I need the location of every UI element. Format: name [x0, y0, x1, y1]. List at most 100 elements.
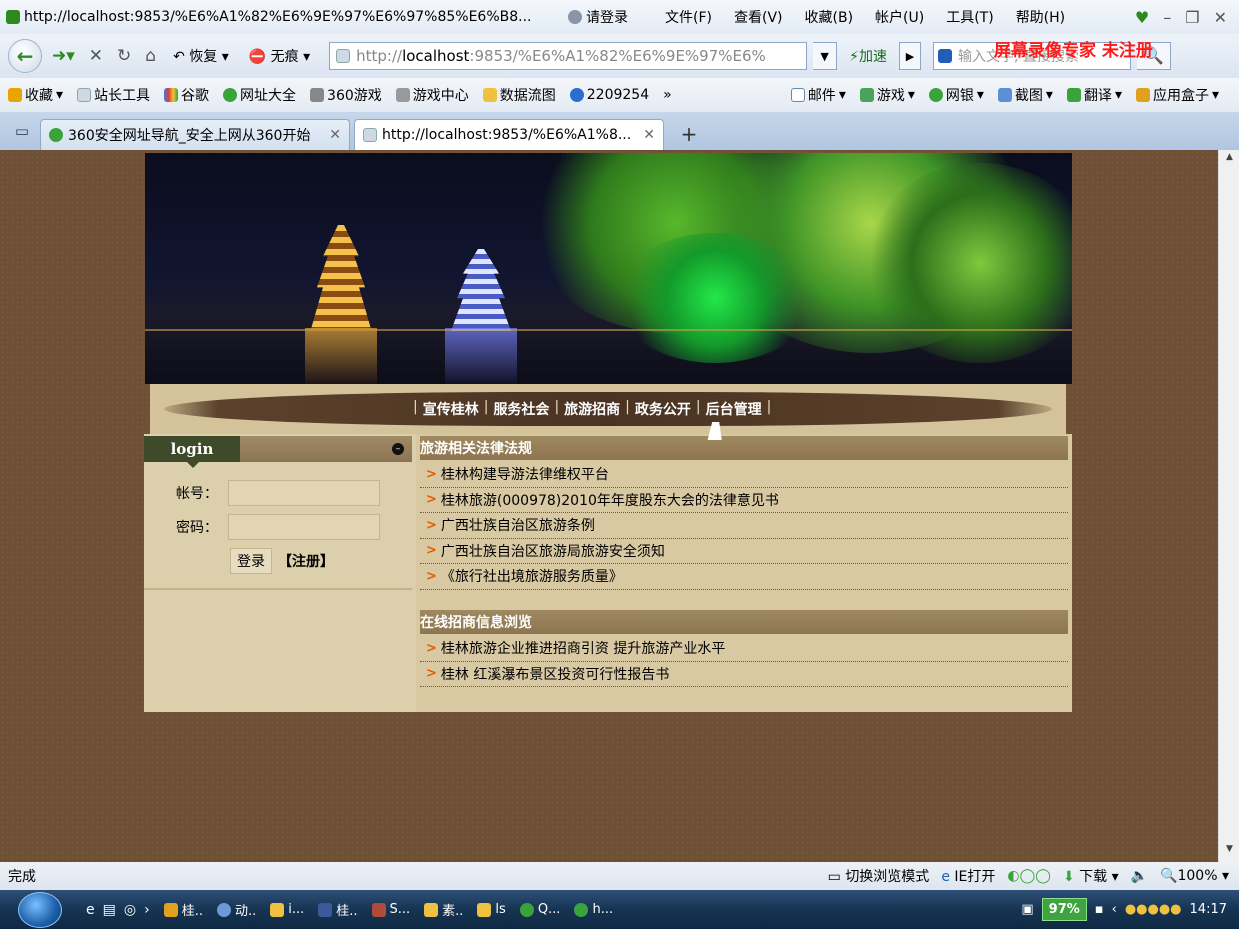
news-column: 旅游相关法律法规 > 桂林构建导游法律维权平台 > 桂林旅游(000978)2010…: [420, 434, 1072, 712]
nav-serve-society[interactable]: 服务社会: [493, 399, 549, 419]
play-button[interactable]: ▶: [898, 42, 921, 70]
fav-360-games[interactable]: 360游戏: [310, 85, 382, 105]
network-icon[interactable]: ▪: [1095, 902, 1104, 917]
password-input[interactable]: [228, 514, 380, 540]
toggle-icon[interactable]: ◐◯◯: [1007, 868, 1051, 884]
ie-open-button[interactable]: e IE打开: [941, 866, 995, 886]
login-prompt-button[interactable]: 请登录: [568, 7, 628, 27]
switch-mode-button[interactable]: ▭ 切换浏览模式: [828, 866, 930, 886]
gamepad-icon: [310, 88, 325, 102]
back-button[interactable]: ←: [8, 39, 42, 73]
register-link[interactable]: 【注册】: [278, 551, 334, 571]
volume-icon[interactable]: 🔈: [1131, 868, 1148, 884]
app-icon: [371, 902, 386, 917]
app-box-button[interactable]: 应用盒子 ▾: [1135, 85, 1219, 105]
login-button[interactable]: 登录: [230, 548, 272, 574]
collapse-icon[interactable]: –: [392, 443, 404, 455]
fav-google[interactable]: 谷歌: [164, 85, 209, 105]
nav-promote-guilin[interactable]: 宣传桂林: [423, 399, 479, 419]
fav-game-center[interactable]: 游戏中心: [395, 85, 469, 105]
maximize-icon[interactable]: ❐: [1185, 8, 1199, 27]
tab-list-icon[interactable]: ▭: [8, 117, 36, 145]
favorites-menu[interactable]: 收藏 ▾: [8, 85, 63, 105]
list-item[interactable]: > 《旅行社出境旅游服务质量》: [420, 564, 1068, 590]
taskbar-item[interactable]: 桂..: [163, 900, 203, 919]
list-item[interactable]: > 桂林构建导游法律维权平台: [420, 462, 1068, 488]
input-method-icon[interactable]: ▣: [1021, 902, 1033, 917]
menu-view[interactable]: 查看(V): [723, 7, 794, 27]
restore-button[interactable]: ↶ 恢复 ▾: [166, 42, 236, 70]
zoom-control[interactable]: 🔍100% ▾: [1160, 868, 1229, 884]
list-item[interactable]: > 广西壮族自治区旅游局旅游安全须知: [420, 539, 1068, 564]
account-row: 帐号：: [176, 480, 380, 506]
vertical-scrollbar[interactable]: ▲ ▼: [1218, 150, 1239, 862]
nav-tourism-investment[interactable]: 旅游招商: [564, 399, 620, 419]
menu-help[interactable]: 帮助(H): [1005, 7, 1076, 27]
speed-up-button[interactable]: ⚡加速: [843, 46, 893, 66]
taskbar-item[interactable]: ls: [477, 902, 506, 917]
taskbar-item[interactable]: 素..: [424, 900, 463, 919]
menu-account[interactable]: 帐户(U): [864, 7, 935, 27]
skin-icon[interactable]: ♥: [1135, 8, 1149, 27]
list-item[interactable]: > 桂林旅游(000978)2010年年度股东大会的法律意见书: [420, 488, 1068, 513]
screenshot-button[interactable]: 截图 ▾: [997, 85, 1053, 105]
incognito-button[interactable]: ⛔ 无痕 ▾: [242, 42, 317, 70]
favorites-more-button[interactable]: »: [663, 87, 672, 103]
account-input[interactable]: [228, 480, 380, 506]
refresh-button[interactable]: ↻: [113, 46, 135, 66]
taskbar-item[interactable]: S...: [371, 902, 410, 917]
tab-close-icon[interactable]: ✕: [643, 127, 655, 143]
forward-button[interactable]: ➜▾: [48, 46, 79, 66]
games-button[interactable]: 游戏 ▾: [859, 85, 915, 105]
menu-tools[interactable]: 工具(T): [935, 7, 1004, 27]
fav-url-directory[interactable]: 网址大全: [223, 85, 296, 105]
section-header-laws: 旅游相关法律法规: [420, 436, 1068, 460]
tab-localhost[interactable]: http://localhost:9853/%E6%A1%8... ✕: [354, 119, 664, 150]
online-bank-button[interactable]: 网银 ▾: [928, 85, 984, 105]
fav-webmaster-tools[interactable]: 站长工具: [77, 85, 150, 105]
address-bar[interactable]: http://localhost:9853/%E6%A1%82%E6%9E%97…: [329, 42, 808, 70]
scroll-up-icon[interactable]: ▲: [1219, 152, 1239, 168]
more-quicklaunch-icon[interactable]: ›: [144, 902, 150, 918]
investment-list: > 桂林旅游企业推进招商引资 提升旅游产业水平 > 桂林 红溪瀑布景区投资可行性报告…: [420, 636, 1068, 687]
nav-admin[interactable]: 后台管理: [706, 399, 762, 419]
ie-icon: e: [941, 869, 950, 885]
scroll-down-icon[interactable]: ▼: [1219, 844, 1239, 860]
app-quicklaunch-icon[interactable]: ◎: [124, 902, 136, 918]
taskbar-item[interactable]: Q...: [519, 902, 560, 917]
start-button[interactable]: [18, 891, 62, 928]
taskbar-item[interactable]: i...: [270, 902, 304, 917]
menu-favorites[interactable]: 收藏(B): [794, 7, 865, 27]
nav-government-affairs[interactable]: 政务公开: [635, 399, 691, 419]
fav-data-flow[interactable]: 数据流图: [482, 85, 556, 105]
stop-button[interactable]: ✕: [85, 46, 107, 66]
taskbar-item[interactable]: 动..: [216, 900, 256, 919]
minimize-icon[interactable]: –: [1163, 8, 1171, 27]
tray-icons[interactable]: ●●●●●: [1125, 902, 1182, 917]
list-item[interactable]: > 广西壮族自治区旅游条例: [420, 513, 1068, 539]
box-icon: [1135, 88, 1150, 102]
list-item[interactable]: > 桂林旅游企业推进招商引资 提升旅游产业水平: [420, 636, 1068, 662]
new-tab-button[interactable]: +: [672, 120, 706, 148]
password-row: 密码：: [176, 514, 380, 540]
tab-close-icon[interactable]: ✕: [329, 127, 341, 143]
home-button[interactable]: ⌂: [141, 46, 160, 66]
download-button[interactable]: ⬇ 下载 ▾: [1063, 866, 1119, 886]
taskbar-item[interactable]: 桂..: [318, 900, 358, 919]
tab-360-nav[interactable]: 360安全网址导航_安全上网从360开始 ✕: [40, 119, 350, 150]
battery-indicator: 97%: [1041, 898, 1087, 921]
taskbar-item[interactable]: h...: [574, 902, 613, 917]
address-dropdown-button[interactable]: ▼: [813, 42, 838, 70]
user-icon: [568, 10, 582, 24]
ie-quicklaunch-icon[interactable]: e: [86, 902, 95, 918]
close-icon[interactable]: ✕: [1214, 8, 1227, 27]
word-icon: [318, 902, 333, 917]
mail-button[interactable]: 邮件 ▾: [790, 85, 846, 105]
tray-expand-icon[interactable]: ‹: [1112, 902, 1117, 917]
explorer-quicklaunch-icon[interactable]: ▤: [103, 902, 116, 918]
list-item[interactable]: > 桂林 红溪瀑布景区投资可行性报告书: [420, 662, 1068, 687]
translate-button[interactable]: 翻译 ▾: [1066, 85, 1122, 105]
menu-file[interactable]: 文件(F): [654, 7, 723, 27]
folder-icon: [270, 902, 285, 917]
fav-2209254[interactable]: 2209254: [569, 87, 649, 103]
